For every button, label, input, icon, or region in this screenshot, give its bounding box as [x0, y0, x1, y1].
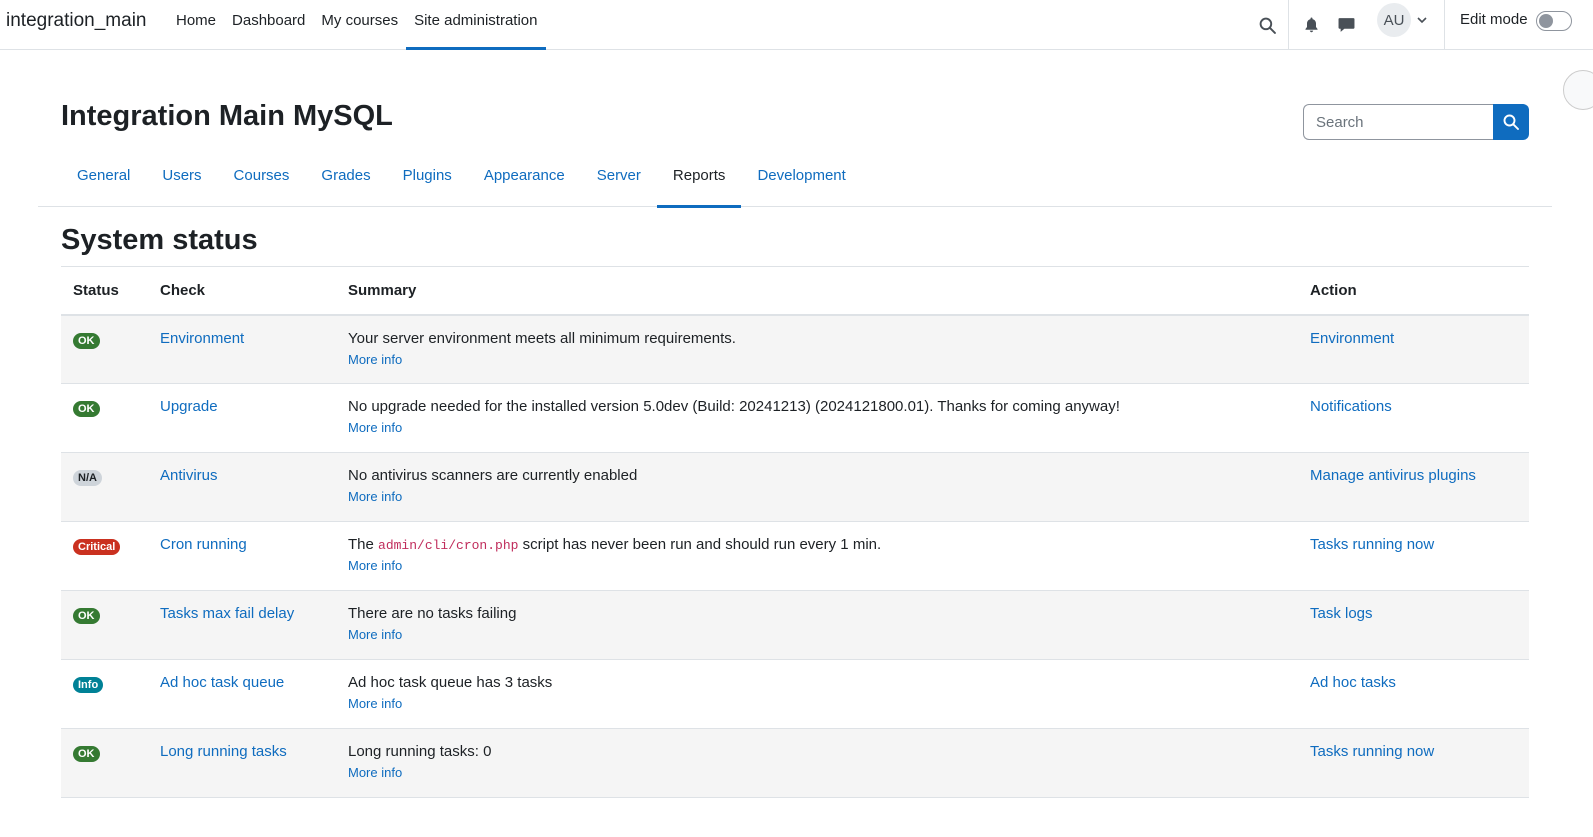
- nav-dashboard[interactable]: Dashboard: [224, 0, 313, 50]
- status-badge: Info: [73, 677, 104, 693]
- chat-icon: [1338, 18, 1354, 32]
- nav-site-administration[interactable]: Site administration: [406, 0, 546, 50]
- status-badge: OK: [73, 608, 100, 624]
- bell-icon: [1305, 17, 1317, 33]
- more-info-link[interactable]: More info: [348, 489, 1286, 504]
- status-badge: OK: [73, 332, 100, 349]
- table-row: OK Long running tasks Long running tasks…: [61, 728, 1529, 798]
- tab-plugins[interactable]: Plugins: [387, 156, 468, 207]
- system-status-table: Status Check Summary Action OK Environme…: [61, 266, 1529, 798]
- site-brand[interactable]: integration_main: [6, 10, 146, 32]
- table-row: OK Environment Your server environment m…: [61, 314, 1529, 384]
- tab-appearance[interactable]: Appearance: [468, 156, 581, 207]
- check-link[interactable]: Antivirus: [160, 467, 218, 484]
- status-badge: Critical: [73, 539, 121, 555]
- table-row: Info Ad hoc task queue Ad hoc task queue…: [61, 659, 1529, 729]
- edit-mode-toggle[interactable]: [1536, 11, 1572, 31]
- tab-reports[interactable]: Reports: [656, 156, 742, 208]
- drawer-toggle-button[interactable]: [1563, 70, 1593, 110]
- search-icon: [1259, 17, 1276, 34]
- tab-courses[interactable]: Courses: [218, 156, 306, 207]
- action-link[interactable]: Notifications: [1310, 398, 1392, 415]
- table-row: OK Tasks max fail delay There are no tas…: [61, 590, 1529, 660]
- column-header-status: Status: [61, 266, 148, 316]
- tab-grades[interactable]: Grades: [305, 156, 386, 207]
- notifications-button[interactable]: [1296, 0, 1326, 50]
- column-header-check: Check: [148, 266, 336, 316]
- summary-prefix: The: [348, 536, 379, 553]
- secondary-navigation: General Users Courses Grades Plugins App…: [38, 156, 1552, 208]
- column-header-action: Action: [1298, 266, 1529, 316]
- more-info-link[interactable]: More info: [348, 558, 1286, 573]
- action-link[interactable]: Tasks running now: [1310, 743, 1434, 760]
- tab-development[interactable]: Development: [741, 156, 861, 207]
- tab-server[interactable]: Server: [581, 156, 657, 207]
- chevron-down-icon: [1417, 16, 1427, 23]
- status-badge: N/A: [73, 470, 102, 486]
- more-info-link[interactable]: More info: [348, 696, 1286, 711]
- avatar[interactable]: AU: [1377, 3, 1411, 37]
- table-row: Critical Cron running The admin/cli/cron…: [61, 521, 1529, 591]
- action-link[interactable]: Environment: [1310, 330, 1394, 347]
- primary-navigation: Home Dashboard My courses Site administr…: [168, 0, 546, 50]
- more-info-link[interactable]: More info: [348, 352, 1286, 367]
- user-menu-toggle[interactable]: [1414, 12, 1430, 28]
- summary-text: The admin/cli/cron.php script has never …: [348, 536, 881, 553]
- messages-button[interactable]: [1331, 0, 1361, 50]
- nav-my-courses[interactable]: My courses: [313, 0, 406, 50]
- check-link[interactable]: Cron running: [160, 536, 247, 553]
- summary-text: Long running tasks: 0: [348, 743, 492, 760]
- action-link[interactable]: Ad hoc tasks: [1310, 674, 1396, 691]
- top-navbar: integration_main Home Dashboard My cours…: [0, 0, 1593, 50]
- action-link[interactable]: Tasks running now: [1310, 536, 1434, 553]
- action-link[interactable]: Task logs: [1310, 605, 1373, 622]
- check-link[interactable]: Long running tasks: [160, 743, 287, 760]
- status-badge: OK: [73, 746, 100, 762]
- action-link[interactable]: Manage antivirus plugins: [1310, 467, 1476, 484]
- summary-text: There are no tasks failing: [348, 605, 517, 622]
- summary-code: admin/cli/cron.php: [378, 538, 519, 553]
- table-row: N/A Antivirus No antivirus scanners are …: [61, 452, 1529, 522]
- summary-text: Your server environment meets all minimu…: [348, 329, 736, 347]
- navbar-search-button[interactable]: [1252, 0, 1282, 50]
- check-link[interactable]: Environment: [160, 330, 244, 347]
- search-icon: [1503, 114, 1519, 130]
- more-info-link[interactable]: More info: [348, 627, 1286, 642]
- nav-home[interactable]: Home: [168, 0, 224, 50]
- status-badge: OK: [73, 401, 100, 417]
- check-link[interactable]: Upgrade: [160, 398, 218, 415]
- section-title: System status: [61, 224, 258, 256]
- more-info-link[interactable]: More info: [348, 765, 1286, 780]
- tab-general[interactable]: General: [61, 156, 146, 207]
- search-submit-button[interactable]: [1493, 104, 1529, 140]
- navbar-divider: [1288, 0, 1289, 50]
- summary-text: No antivirus scanners are currently enab…: [348, 467, 638, 484]
- table-row: OK Upgrade No upgrade needed for the ins…: [61, 383, 1529, 453]
- admin-search: [1303, 104, 1529, 140]
- page-title: Integration Main MySQL: [61, 100, 393, 132]
- tab-users[interactable]: Users: [146, 156, 217, 207]
- summary-suffix: script has never been run and should run…: [518, 536, 882, 553]
- navbar-divider: [1444, 0, 1445, 50]
- summary-text: No upgrade needed for the installed vers…: [348, 398, 1120, 415]
- column-header-summary: Summary: [336, 266, 1298, 316]
- search-input[interactable]: [1303, 104, 1495, 140]
- table-header-row: Status Check Summary Action: [61, 266, 1529, 316]
- check-link[interactable]: Ad hoc task queue: [160, 674, 284, 691]
- summary-text: Ad hoc task queue has 3 tasks: [348, 674, 553, 691]
- more-info-link[interactable]: More info: [348, 420, 1286, 435]
- edit-mode-label: Edit mode: [1460, 11, 1528, 28]
- check-link[interactable]: Tasks max fail delay: [160, 605, 294, 622]
